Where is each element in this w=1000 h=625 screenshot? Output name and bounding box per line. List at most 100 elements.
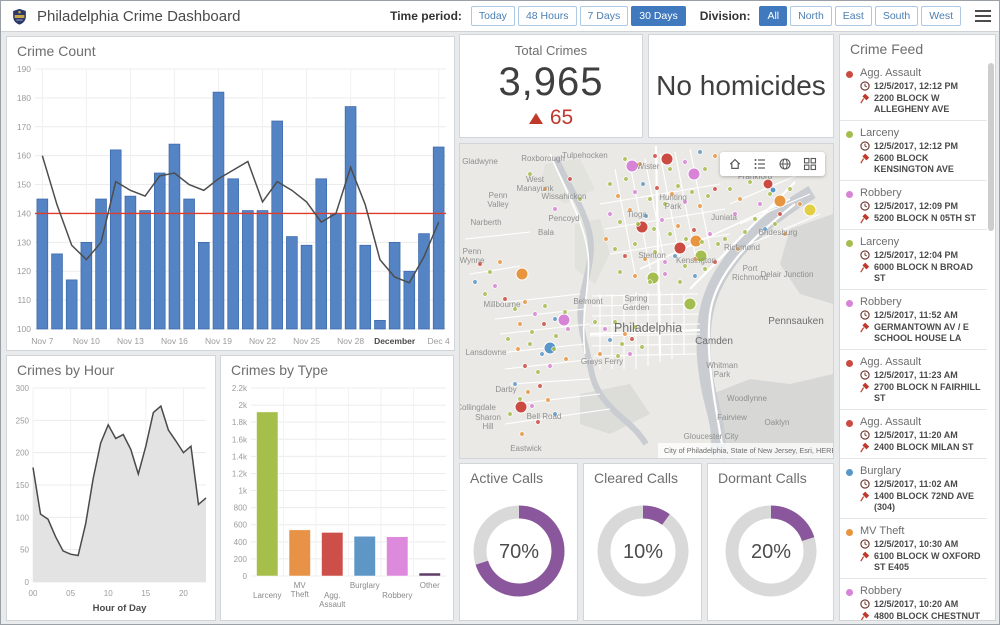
crimes-by-hour-chart: 0501001502002503000005101520Hour of Day — [7, 380, 215, 618]
division-button-east[interactable]: East — [835, 6, 872, 26]
crime-feed-item[interactable]: Agg. Assault 12/5/2017, 12:12 PM 2200 BL… — [840, 61, 987, 121]
crime-time: 12/5/2017, 11:52 AM — [874, 310, 958, 321]
svg-text:Bala: Bala — [538, 228, 555, 237]
active-calls-title: Active Calls — [460, 464, 577, 488]
crime-time: 12/5/2017, 11:23 AM — [874, 370, 958, 381]
svg-text:10%: 10% — [622, 541, 662, 563]
dormant-calls-title: Dormant Calls — [708, 464, 833, 488]
svg-text:1.6k: 1.6k — [232, 435, 248, 444]
svg-text:December: December — [374, 336, 416, 346]
crime-type-dot — [846, 356, 860, 404]
svg-text:20: 20 — [179, 589, 188, 598]
cleared-calls-title: Cleared Calls — [584, 464, 701, 488]
svg-text:200: 200 — [234, 555, 248, 564]
svg-text:0: 0 — [243, 572, 248, 581]
svg-text:130: 130 — [17, 237, 31, 247]
svg-text:150: 150 — [17, 180, 31, 190]
crime-address: 6100 BLOCK W OXFORD ST E405 — [874, 551, 985, 573]
clock-icon — [860, 141, 870, 151]
division-button-west[interactable]: West — [921, 6, 961, 26]
svg-text:Stenton: Stenton — [638, 251, 666, 260]
crime-feed-panel: Crime Feed Agg. Assault 12/5/2017, 12:12… — [839, 34, 996, 621]
time-period-button-48-hours[interactable]: 48 Hours — [518, 6, 577, 26]
crime-time: 12/5/2017, 12:12 PM — [874, 141, 958, 152]
crime-time: 12/5/2017, 12:09 PM — [874, 201, 958, 212]
feed-scrollbar-thumb[interactable] — [988, 63, 994, 231]
svg-text:MV: MV — [294, 581, 307, 590]
crime-time: 12/5/2017, 10:30 AM — [874, 539, 958, 550]
clock-icon — [860, 539, 870, 549]
svg-text:Nov 10: Nov 10 — [73, 336, 100, 346]
crime-type-dot — [846, 296, 860, 344]
crime-feed-item[interactable]: Agg. Assault 12/5/2017, 11:23 AM 2700 BL… — [840, 350, 987, 410]
crime-type-dot — [846, 127, 860, 175]
legend-icon[interactable] — [753, 157, 767, 171]
crime-address: 5200 BLOCK N 05TH ST — [874, 213, 976, 224]
svg-text:Gladwyne: Gladwyne — [462, 157, 498, 166]
crimes-by-type-chart: 02004006008001k1.2k1.4k1.6k1.8k2k2.2kLar… — [221, 380, 453, 618]
map-attribution: City of Philadelphia, State of New Jerse… — [664, 446, 833, 455]
division-button-all[interactable]: All — [759, 6, 787, 26]
crime-time: 12/5/2017, 11:20 AM — [874, 430, 958, 441]
svg-text:Eastwick: Eastwick — [510, 444, 543, 453]
division-button-north[interactable]: North — [790, 6, 832, 26]
division-button-south[interactable]: South — [875, 6, 918, 26]
crime-feed-item[interactable]: Agg. Assault 12/5/2017, 11:20 AM 2400 BL… — [840, 410, 987, 459]
time-period-button-7-days[interactable]: 7 Days — [580, 6, 629, 26]
svg-text:Agg.: Agg. — [324, 591, 340, 600]
crime-feed-item[interactable]: Robbery 12/5/2017, 12:09 PM 5200 BLOCK N… — [840, 181, 987, 230]
svg-text:800: 800 — [234, 504, 248, 513]
svg-text:110: 110 — [17, 295, 31, 305]
crime-feed-item[interactable]: Larceny 12/5/2017, 12:12 PM 2600 BLOCK K… — [840, 121, 987, 181]
svg-text:Grays Ferry: Grays Ferry — [581, 357, 623, 366]
hamburger-menu-icon[interactable] — [975, 10, 991, 22]
crime-count-title: Crime Count — [7, 37, 454, 61]
apps-icon[interactable] — [803, 157, 817, 171]
svg-text:Tioga: Tioga — [627, 210, 647, 219]
svg-text:Delair Junction: Delair Junction — [761, 270, 814, 279]
crime-map[interactable]: GladwyneRoxboroughTulpehockenWisterWestM… — [460, 144, 833, 458]
svg-text:Nov 22: Nov 22 — [249, 336, 276, 346]
basemap-icon[interactable] — [778, 157, 792, 171]
pushpin-icon — [860, 611, 870, 620]
crime-type-label: Robbery — [860, 585, 985, 597]
crime-type-label: Robbery — [860, 296, 985, 308]
svg-text:Fairview: Fairview — [717, 413, 747, 422]
crime-feed-item[interactable]: Burglary 12/5/2017, 11:02 AM 1400 BLOCK … — [840, 459, 987, 519]
svg-text:100: 100 — [17, 324, 31, 334]
time-period-button-30-days[interactable]: 30 Days — [631, 6, 686, 26]
crime-feed-item[interactable]: Robbery 12/5/2017, 10:20 AM 4800 BLOCK C… — [840, 579, 987, 620]
clock-icon — [860, 310, 870, 320]
crime-feed-item[interactable]: Robbery 12/5/2017, 11:52 AM GERMANTOWN A… — [840, 290, 987, 350]
division-label: Division: — [700, 9, 751, 23]
clock-icon — [860, 479, 870, 489]
time-period-button-today[interactable]: Today — [471, 6, 515, 26]
svg-text:Millbourne: Millbourne — [484, 300, 521, 309]
pushpin-icon — [860, 382, 870, 393]
svg-text:2.2k: 2.2k — [232, 384, 248, 393]
crime-feed-item[interactable]: Larceny 12/5/2017, 12:04 PM 6000 BLOCK N… — [840, 230, 987, 290]
svg-text:Belmont: Belmont — [573, 297, 603, 306]
map-toolbar — [720, 152, 825, 176]
total-crimes-card: Total Crimes 3,965 65 — [459, 34, 643, 138]
pushpin-icon — [860, 153, 870, 164]
svg-text:Assault: Assault — [319, 600, 346, 609]
svg-text:Penn: Penn — [463, 247, 482, 256]
crime-time: 12/5/2017, 12:04 PM — [874, 250, 958, 261]
pushpin-icon — [860, 491, 870, 502]
crime-feed-item[interactable]: MV Theft 12/5/2017, 10:30 AM 6100 BLOCK … — [840, 519, 987, 579]
crime-time: 12/5/2017, 10:20 AM — [874, 599, 958, 610]
home-icon[interactable] — [728, 157, 742, 171]
svg-text:Sharon: Sharon — [475, 413, 501, 422]
svg-text:Penn: Penn — [489, 191, 508, 200]
svg-text:20%: 20% — [750, 541, 790, 563]
svg-text:Port: Port — [743, 264, 758, 273]
svg-text:100: 100 — [16, 513, 30, 522]
crimes-by-hour-panel: Crimes by Hour 0501001502002503000005101… — [6, 355, 216, 621]
crime-type-label: Agg. Assault — [860, 416, 985, 428]
homicides-card: No homicides — [648, 34, 834, 138]
crime-type-dot — [846, 187, 860, 224]
svg-text:Hunting: Hunting — [659, 193, 687, 202]
crime-type-dot — [846, 465, 860, 513]
svg-text:Nov 13: Nov 13 — [117, 336, 144, 346]
